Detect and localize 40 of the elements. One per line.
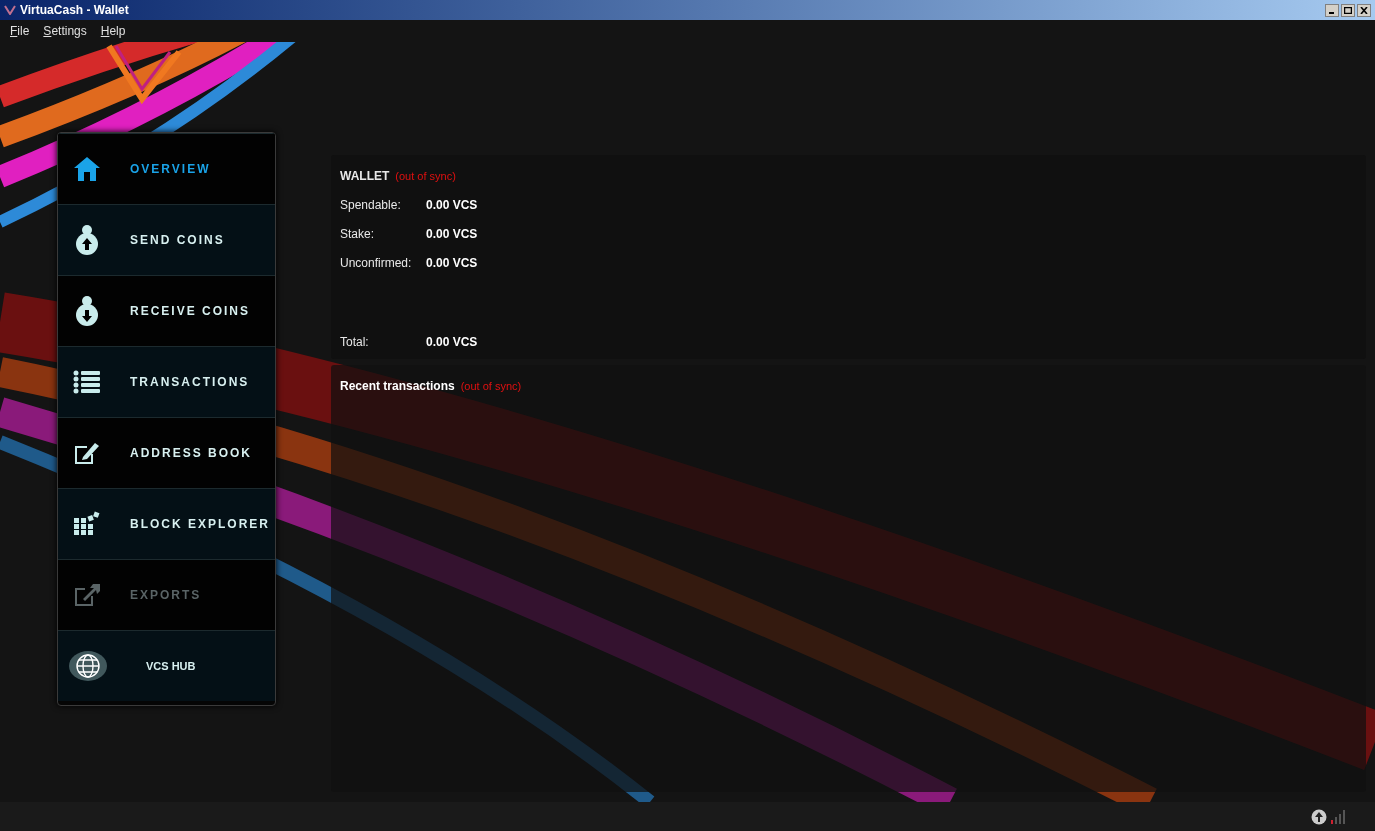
house-icon bbox=[73, 156, 101, 182]
close-icon bbox=[1360, 6, 1368, 14]
sidebar-item[interactable]: BLOCK EXPLORER bbox=[58, 488, 275, 559]
export-icon bbox=[73, 582, 101, 608]
menu-item[interactable]: File bbox=[10, 22, 30, 40]
total-value: 0.00 VCS bbox=[426, 334, 478, 351]
logo-icon bbox=[4, 5, 16, 15]
edit-icon bbox=[73, 440, 101, 466]
v-logo-icon bbox=[104, 44, 184, 104]
signal-icon bbox=[1331, 809, 1345, 824]
sidebar-item[interactable]: ADDRESS BOOK bbox=[58, 417, 275, 488]
total-label: Total: bbox=[340, 334, 370, 351]
wallet-title: WALLET bbox=[340, 168, 390, 185]
sidebar-item[interactable]: VCS HUB bbox=[58, 630, 275, 701]
globe-icon bbox=[68, 650, 108, 682]
sync-status: (out of sync) bbox=[460, 379, 522, 394]
sidebar-item[interactable]: RECEIVE COINS bbox=[58, 275, 275, 346]
menu-item[interactable]: Help bbox=[100, 22, 126, 40]
balance-label: Stake: bbox=[340, 226, 376, 243]
window-title: VirtuaCash - Wallet bbox=[20, 2, 129, 19]
upload-icon bbox=[1311, 808, 1327, 825]
sidebar-item[interactable]: SEND COINS bbox=[58, 204, 275, 275]
sync-status: (out of sync) bbox=[395, 169, 456, 184]
blocks-icon bbox=[73, 511, 101, 537]
balance-value: 0.00 VCS bbox=[426, 197, 478, 214]
money-bag-down-icon bbox=[73, 295, 101, 327]
menu-item[interactable]: Settings bbox=[43, 22, 87, 40]
maximize-icon bbox=[1344, 6, 1352, 14]
sidebar-item[interactable]: OVERVIEW bbox=[58, 133, 275, 204]
money-bag-up-icon bbox=[73, 224, 101, 256]
balance-value: 0.00 VCS bbox=[426, 226, 478, 243]
minimize-button[interactable] bbox=[1325, 3, 1339, 17]
sidebar-item[interactable]: TRANSACTIONS bbox=[58, 346, 275, 417]
maximize-button[interactable] bbox=[1341, 3, 1355, 17]
balance-label: Spendable: bbox=[340, 197, 402, 214]
close-button[interactable] bbox=[1357, 3, 1371, 17]
balance-value: 0.00 VCS bbox=[426, 255, 478, 272]
balance-label: Unconfirmed: bbox=[340, 255, 413, 272]
list-icon bbox=[73, 370, 101, 394]
transactions-title: Recent transactions bbox=[340, 378, 455, 395]
